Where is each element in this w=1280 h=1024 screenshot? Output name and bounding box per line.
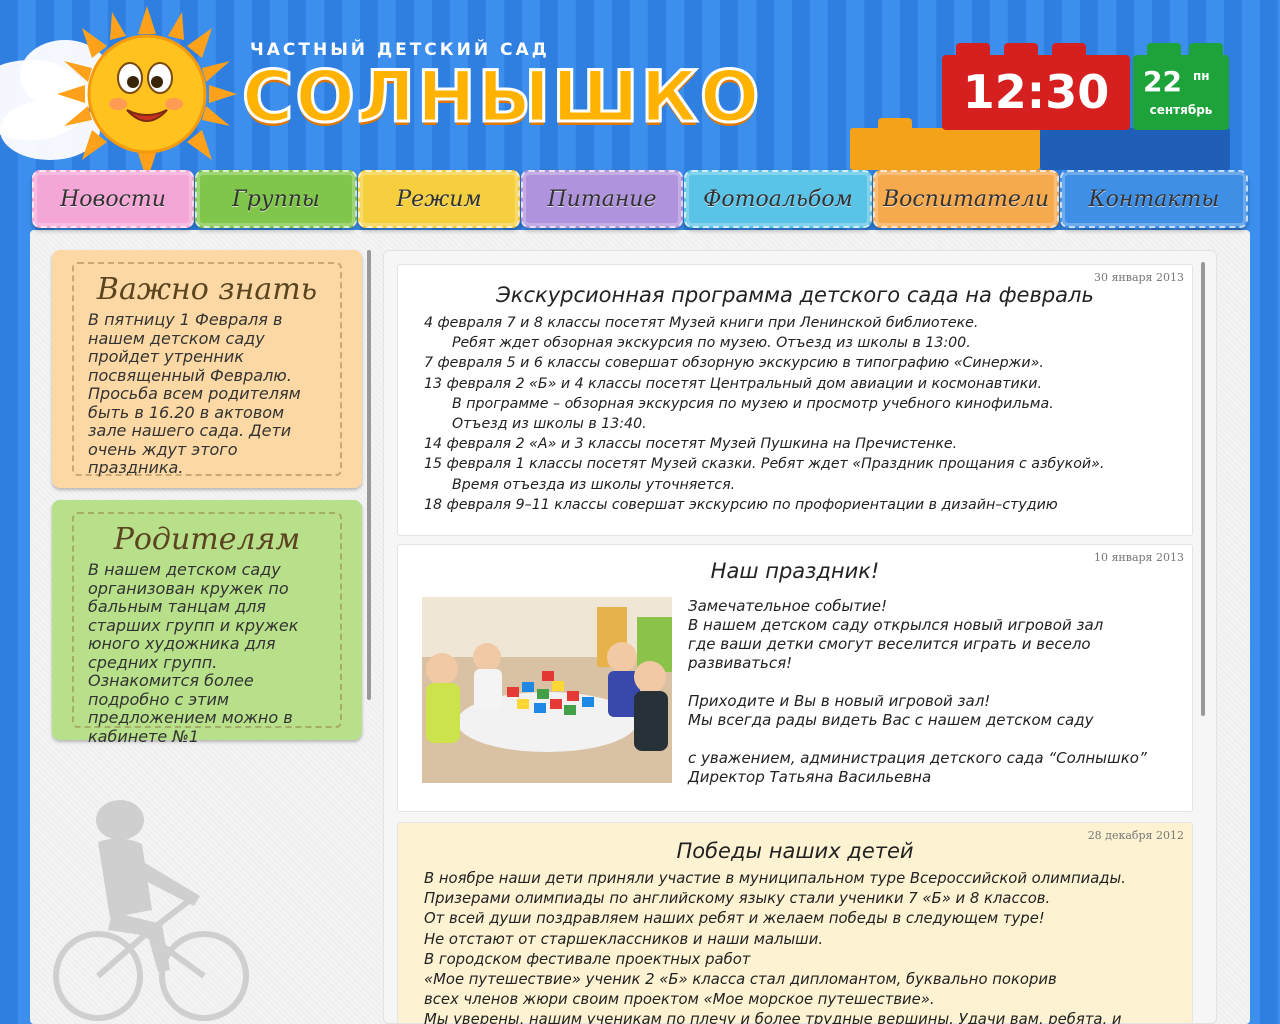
parents-text: В нашем детском саду организован кружек … (88, 560, 299, 746)
news-scrollbar[interactable] (1201, 262, 1205, 716)
clock-time: 12:30 (962, 65, 1110, 119)
nav-tab-food[interactable]: Питание (521, 170, 683, 228)
news-photo[interactable] (422, 597, 672, 783)
sidebar-scrollbar[interactable] (367, 250, 371, 700)
news-title[interactable]: Экскурсионная программа детского сада на… (398, 283, 1192, 307)
news-item: 28 декабря 2012 Победы наших детей В ноя… (397, 822, 1193, 1024)
header: частный детский сад СОЛНЫШКО 12:30 22 пн… (0, 0, 1280, 181)
news-date: 10 января 2013 (1094, 551, 1184, 564)
news-date: 30 января 2013 (1094, 271, 1184, 284)
lego-block-blue (1040, 128, 1230, 170)
lego-block-orange (850, 118, 1040, 170)
parents-title: Родителям (113, 522, 301, 557)
clock-day: 22 (1143, 65, 1182, 98)
important-box: Важно знать В пятницу 1 Февраля в нашем … (52, 250, 362, 488)
news-date: 28 декабря 2012 (1087, 829, 1184, 842)
news-title[interactable]: Наш праздник! (398, 559, 1192, 583)
nav-tab-photos[interactable]: Фотоальбом (684, 170, 872, 228)
news-body: В ноябре наши дети приняли участие в мун… (424, 870, 1126, 1024)
nav-tab-news[interactable]: Новости (32, 170, 194, 228)
parents-box: Родителям В нашем детском саду организов… (52, 500, 362, 745)
nav-tab-contacts[interactable]: Контакты (1060, 170, 1248, 228)
important-text: В пятницу 1 Февраля в нашем детском саду… (88, 310, 301, 477)
important-title: Важно знать (96, 272, 318, 307)
nav-tab-teachers[interactable]: Воспитатели (873, 170, 1059, 228)
news-body: Замечательное событие! В нашем детском с… (688, 597, 1147, 786)
clock-month: сентябрь (1149, 103, 1213, 117)
main-nav: Новости Группы Режим Питание Фотоальбом … (30, 170, 1250, 232)
clock-weekday: пн (1193, 69, 1210, 83)
clock-date-block: 22 пн сентябрь (1133, 43, 1229, 130)
nav-tab-groups[interactable]: Группы (195, 170, 357, 228)
nav-tab-schedule[interactable]: Режим (358, 170, 520, 228)
news-body: 4 февраля 7 и 8 классы посетят Музей кни… (424, 315, 1105, 513)
child-on-bike-silhouette (53, 800, 249, 1021)
news-title[interactable]: Победы наших детей (398, 839, 1192, 863)
news-item: 30 января 2013 Экскурсионная программа д… (397, 264, 1193, 536)
sun-logo-icon (57, 6, 237, 181)
news-item: 10 января 2013 Наш праздник! Замечательн… (397, 544, 1193, 812)
site-title: СОЛНЫШКО (240, 55, 762, 140)
clock-time-block: 12:30 (942, 43, 1130, 130)
